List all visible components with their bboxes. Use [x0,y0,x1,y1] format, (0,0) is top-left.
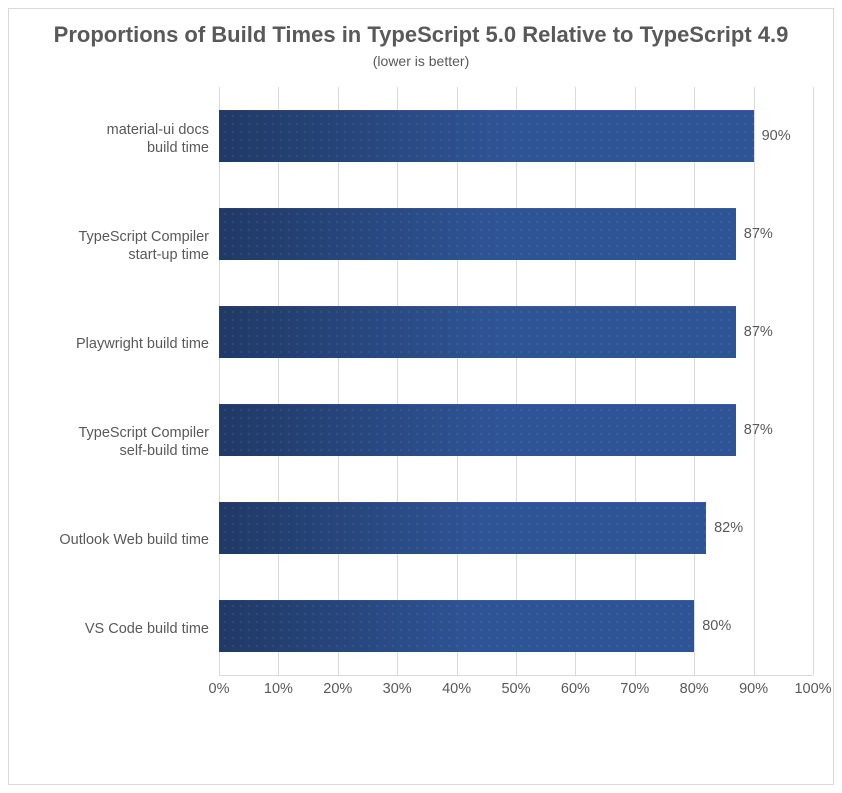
bar [219,404,736,456]
x-tick-label: 100% [794,681,831,697]
bar [219,502,706,554]
bar-value-label: 82% [714,520,743,536]
bar-row: 87% [219,306,813,358]
chart-card: Proportions of Build Times in TypeScript… [8,8,834,785]
x-tick-label: 20% [323,681,352,697]
y-label: Outlook Web build time [29,532,219,549]
x-tick-label: 0% [209,681,230,697]
y-label: TypeScript Compiler start-up time [29,229,219,264]
y-label: TypeScript Compiler self-build time [29,425,219,460]
y-label: Playwright build time [29,336,219,353]
title-block: Proportions of Build Times in TypeScript… [29,21,813,69]
x-tick-label: 50% [501,681,530,697]
bar-value-label: 90% [762,128,791,144]
x-tick-label: 70% [620,681,649,697]
bar-row: 82% [219,502,813,554]
bar-row: 90% [219,110,813,162]
bars: 90% 87% 87% 87% [219,87,813,675]
bar-value-label: 80% [702,618,731,634]
bar [219,110,754,162]
grid-area: 90% 87% 87% 87% [219,87,813,675]
chart-subtitle: (lower is better) [29,53,813,69]
bar [219,600,694,652]
bar-row: 87% [219,208,813,260]
x-tick-label: 10% [264,681,293,697]
y-label: VS Code build time [29,621,219,638]
bar-value-label: 87% [744,324,773,340]
bar [219,306,736,358]
bar [219,208,736,260]
bar-row: 80% [219,600,813,652]
x-tick-label: 90% [739,681,768,697]
chart-title: Proportions of Build Times in TypeScript… [29,21,813,49]
plot-area: material-ui docs build time TypeScript C… [29,87,813,707]
bar-value-label: 87% [744,422,773,438]
x-axis-line [219,675,813,676]
gridline [813,87,814,675]
x-tick-label: 40% [442,681,471,697]
x-tick-label: 60% [561,681,590,697]
bar-row: 87% [219,404,813,456]
bar-value-label: 87% [744,226,773,242]
y-axis-labels: material-ui docs build time TypeScript C… [29,87,219,675]
x-tick-label: 80% [680,681,709,697]
x-tick-label: 30% [383,681,412,697]
x-axis: 0%10%20%30%40%50%60%70%80%90%100% [219,675,813,707]
y-label: material-ui docs build time [29,122,219,157]
plot-body: material-ui docs build time TypeScript C… [29,87,813,675]
